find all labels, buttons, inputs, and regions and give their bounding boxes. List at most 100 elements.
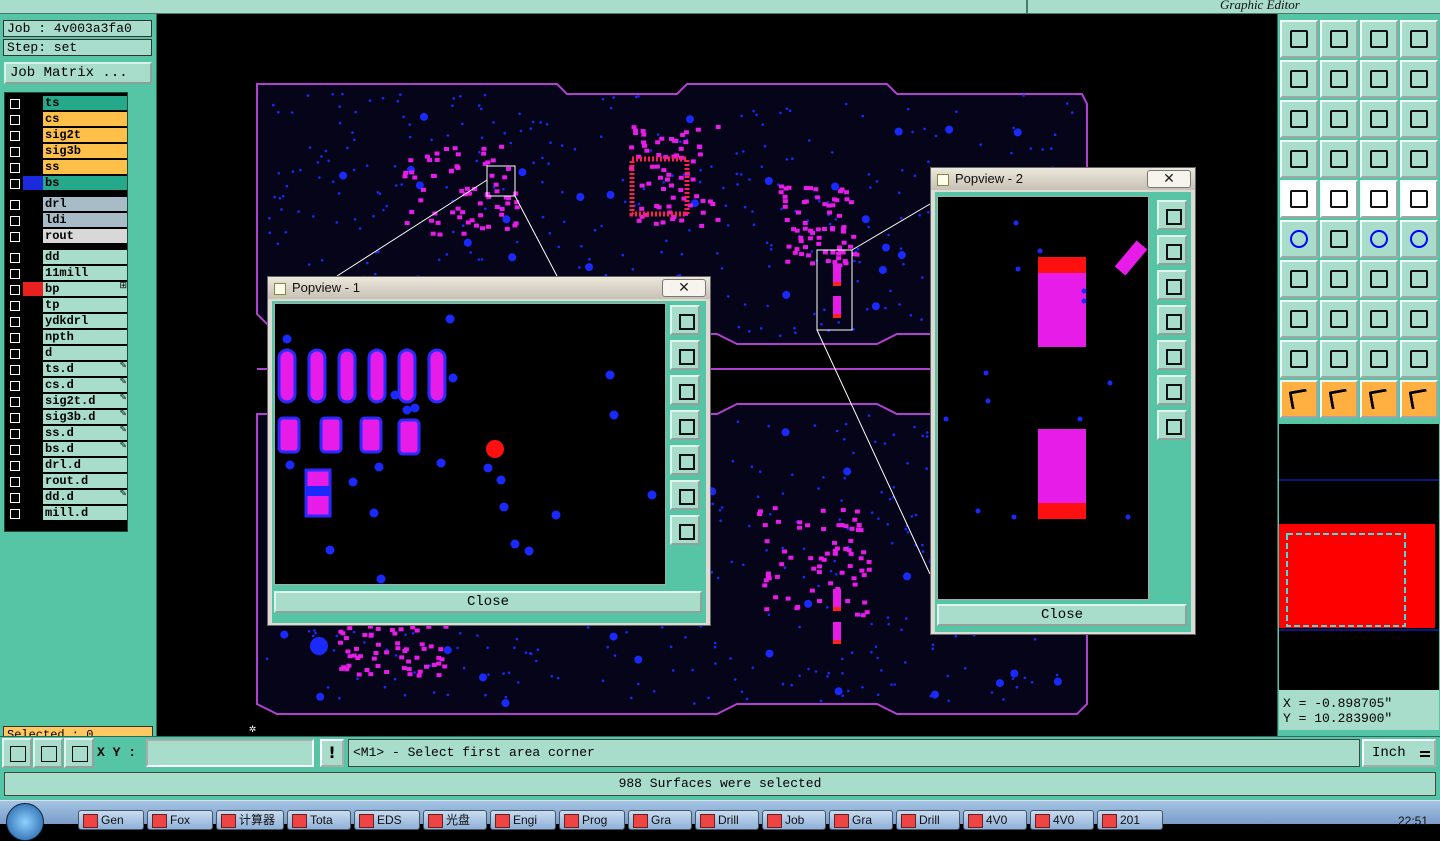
zoom-step-icon[interactable]: [1400, 60, 1438, 98]
line-draw-icon[interactable]: [1320, 180, 1358, 218]
layer-row-d[interactable]: d: [5, 345, 129, 361]
triangle-icon[interactable]: [1280, 340, 1318, 378]
popview-1-canvas[interactable]: [274, 303, 666, 585]
pad-select-icon[interactable]: [1280, 300, 1318, 338]
triangle-b-icon[interactable]: [1360, 340, 1398, 378]
window-icon[interactable]: [1400, 20, 1438, 58]
layer-color-swatch[interactable]: [23, 506, 43, 520]
layer-color-swatch[interactable]: [23, 490, 43, 504]
layer-row-ldi[interactable]: ldi: [5, 212, 129, 228]
warning-button[interactable]: !: [320, 739, 344, 767]
move-layer-icon[interactable]: [1320, 20, 1358, 58]
dimension-icon[interactable]: [1360, 300, 1398, 338]
netlist-red-icon[interactable]: [1400, 140, 1438, 178]
circle-pad-icon[interactable]: [1400, 180, 1438, 218]
layer-color-swatch[interactable]: [23, 362, 43, 376]
taskbar-item[interactable]: Gen: [78, 810, 144, 830]
layer-row-sig3b[interactable]: sig3b: [5, 143, 129, 159]
zoom-center-icon[interactable]: [1157, 410, 1187, 440]
units-selector[interactable]: Inch: [1362, 739, 1436, 767]
layer-row-ts-d[interactable]: ts.d ✎: [5, 361, 129, 377]
pointer-area-icon[interactable]: [1360, 380, 1398, 418]
layer-checkbox[interactable]: [7, 213, 21, 227]
slash-icon[interactable]: [1320, 260, 1358, 298]
layer-checkbox[interactable]: [7, 112, 21, 126]
layer-checkbox[interactable]: [7, 314, 21, 328]
layer-color-swatch[interactable]: [23, 314, 43, 328]
layer-checkbox[interactable]: [7, 426, 21, 440]
popview-2-close-x[interactable]: ✕: [1147, 170, 1191, 188]
blocks-icon[interactable]: [1400, 300, 1438, 338]
popview-2-close-button[interactable]: Close: [937, 604, 1187, 626]
snap-icon[interactable]: [2, 738, 32, 768]
graphic-canvas[interactable]: ✲ Popview - 1 ✕ Close Popview - 2 ✕ Clos…: [157, 14, 1277, 736]
layer-row-ss[interactable]: ss: [5, 159, 129, 175]
layer-color-swatch[interactable]: [23, 458, 43, 472]
route-path-icon[interactable]: [1400, 380, 1438, 418]
layer-row-npth[interactable]: npth: [5, 329, 129, 345]
line-dot-icon[interactable]: [1360, 220, 1398, 258]
pan-left-icon[interactable]: [670, 410, 700, 440]
taskbar-item[interactable]: Engi: [490, 810, 556, 830]
layer-color-swatch[interactable]: [23, 96, 43, 110]
layer-row-11mill[interactable]: 11mill: [5, 265, 129, 281]
taskbar-item[interactable]: Gra: [829, 810, 893, 830]
layer-color-swatch[interactable]: [23, 266, 43, 280]
taskbar-item[interactable]: Tota: [287, 810, 351, 830]
zoom-in-icon[interactable]: [670, 305, 700, 335]
popview-1-close-button[interactable]: Close: [274, 591, 702, 613]
undo-icon[interactable]: [1280, 60, 1318, 98]
rotate-icon[interactable]: [1360, 260, 1398, 298]
layer-row-tp[interactable]: tp: [5, 297, 129, 313]
mirror-icon[interactable]: [1400, 260, 1438, 298]
layer-checkbox[interactable]: [7, 410, 21, 424]
layer-checkbox[interactable]: [7, 96, 21, 110]
layer-row-ydkdrl[interactable]: ydkdrl: [5, 313, 129, 329]
zoom-in-icon[interactable]: [1157, 200, 1187, 230]
pan-down-icon[interactable]: [1157, 270, 1187, 300]
angle-icon[interactable]: [1280, 260, 1318, 298]
layer-checkbox[interactable]: [7, 128, 21, 142]
cross-icon[interactable]: [1320, 220, 1358, 258]
taskbar-item[interactable]: 光盘: [423, 810, 487, 830]
layer-row-dd[interactable]: dd: [5, 249, 129, 265]
layer-row-sig2t[interactable]: sig2t: [5, 127, 129, 143]
layer-row-cs[interactable]: cs: [5, 111, 129, 127]
overview-map[interactable]: [1279, 424, 1439, 690]
layer-color-swatch[interactable]: [23, 426, 43, 440]
layer-row-drl[interactable]: drl: [5, 196, 129, 212]
layer-color-swatch[interactable]: [23, 474, 43, 488]
layer-color-swatch[interactable]: [23, 176, 43, 190]
layer-row-rout-d[interactable]: rout.d: [5, 473, 129, 489]
layer-checkbox[interactable]: [7, 506, 21, 520]
layer-color-swatch[interactable]: [23, 394, 43, 408]
dash-icon[interactable]: [1320, 300, 1358, 338]
layer-color-swatch[interactable]: [23, 144, 43, 158]
layer-color-swatch[interactable]: [23, 229, 43, 243]
grid-icon[interactable]: [64, 738, 94, 768]
layer-color-swatch[interactable]: [23, 160, 43, 174]
layer-color-swatch[interactable]: [23, 410, 43, 424]
layer-row-bs-d[interactable]: bs.d ✎: [5, 441, 129, 457]
taskbar-item[interactable]: 4V0: [1030, 810, 1094, 830]
taskbar-item[interactable]: EDS: [354, 810, 420, 830]
pan-up-icon[interactable]: [1157, 235, 1187, 265]
layer-checkbox[interactable]: [7, 378, 21, 392]
measure-icon[interactable]: [33, 738, 63, 768]
layer-checkbox[interactable]: [7, 144, 21, 158]
grid-toggle-icon[interactable]: [1320, 140, 1358, 178]
xy-input[interactable]: [146, 739, 314, 767]
layer-color-swatch[interactable]: [23, 128, 43, 142]
layer-checkbox[interactable]: [7, 176, 21, 190]
popview-2-canvas[interactable]: [937, 196, 1149, 600]
layer-checkbox[interactable]: [7, 298, 21, 312]
zoom-fit-icon[interactable]: [1157, 375, 1187, 405]
layer-row-bs[interactable]: bs: [5, 175, 129, 191]
taskbar-item[interactable]: 计算器: [216, 810, 284, 830]
taskbar-item[interactable]: Job: [762, 810, 826, 830]
triangle-c-icon[interactable]: [1400, 340, 1438, 378]
zoom-fit-icon[interactable]: [670, 480, 700, 510]
start-button[interactable]: [6, 803, 44, 841]
layer-color-swatch[interactable]: [23, 346, 43, 360]
scale-1-2-icon[interactable]: [1360, 100, 1398, 138]
